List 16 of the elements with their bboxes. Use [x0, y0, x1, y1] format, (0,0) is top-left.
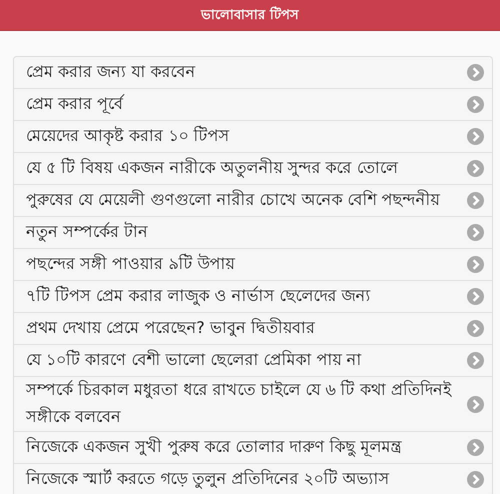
list-item[interactable]: প্রেম করার জন্য যা করবেন	[14, 57, 492, 89]
chevron-right-icon	[467, 471, 484, 488]
chevron-right-icon	[467, 224, 484, 241]
chevron-right-icon	[467, 352, 484, 369]
chevron-right-icon	[467, 288, 484, 305]
chevron-right-icon	[467, 96, 484, 113]
chevron-right-icon	[467, 396, 484, 412]
chevron-right-icon	[467, 64, 484, 81]
chevron-right-icon	[467, 128, 484, 145]
chevron-right-icon	[467, 160, 484, 177]
list-item[interactable]: সম্পর্কে চিরকাল মধুরতা ধরে রাখতে চাইলে যে ৬ টি কথা প্রতিদিনই সঙ্গীকে বলবেন	[14, 377, 492, 432]
chevron-right-icon	[467, 439, 484, 456]
chevron-right-icon	[467, 256, 484, 273]
chevron-right-icon	[467, 320, 484, 337]
page-title: ভালোবাসার টিপস	[201, 5, 299, 24]
chevron-right-icon	[467, 192, 484, 209]
